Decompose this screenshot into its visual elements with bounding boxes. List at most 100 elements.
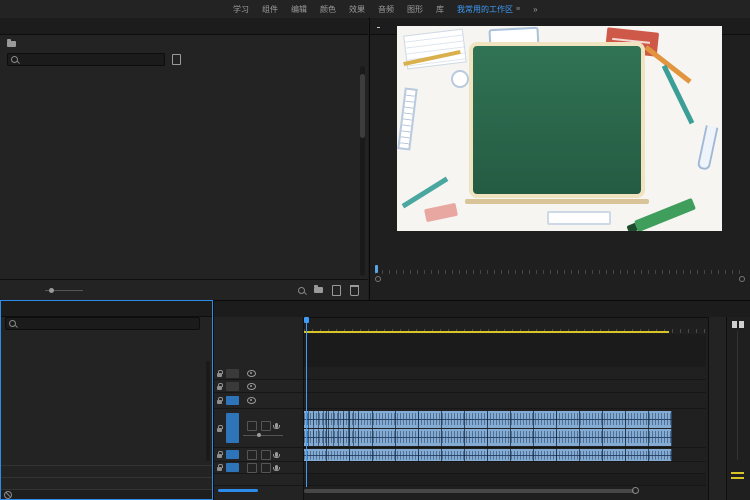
search-icon xyxy=(9,320,16,327)
metadata-search-row xyxy=(1,317,212,330)
doodle-eraser xyxy=(424,203,458,222)
track-content-v3[interactable] xyxy=(304,367,706,380)
track-header-a3[interactable] xyxy=(214,462,303,474)
track-badge[interactable] xyxy=(226,450,239,459)
lock-icon[interactable] xyxy=(217,467,222,471)
premiere-window: 学习 组件 编辑 颜色 效果 音频 图形 库 我常用的工作区≡ » xyxy=(0,0,750,500)
vertical-scrollbar-track[interactable] xyxy=(737,331,738,460)
in-out-view-icon[interactable] xyxy=(172,54,181,65)
metadata-search-input[interactable] xyxy=(5,317,200,330)
program-tab[interactable] xyxy=(377,24,380,28)
audio-clip-waveform[interactable] xyxy=(304,429,672,446)
track-content-a2[interactable] xyxy=(304,448,706,462)
project-panel-tabbar xyxy=(0,18,368,35)
timeline-right-rail xyxy=(726,317,750,500)
zoom-minimap-mark xyxy=(731,472,744,474)
menu-item[interactable]: 颜色 xyxy=(320,4,336,15)
transport-controls xyxy=(370,280,750,298)
audio-clip-waveform[interactable] xyxy=(304,449,672,461)
clip-metadata-section[interactable] xyxy=(1,330,212,341)
find-button[interactable] xyxy=(298,287,305,294)
project-panel xyxy=(0,18,368,300)
track-badge[interactable] xyxy=(226,463,239,472)
track-volume-slider[interactable] xyxy=(243,435,283,436)
project-toolbar xyxy=(0,279,368,300)
doodle-ruler xyxy=(397,87,417,150)
thumbnail-zoom-slider[interactable] xyxy=(45,290,83,291)
lock-icon[interactable] xyxy=(217,454,222,458)
workspace-menu-item[interactable]: 我常用的工作区≡ xyxy=(457,4,520,15)
no-speech-icon xyxy=(4,491,12,499)
lock-icon[interactable] xyxy=(217,386,222,390)
bin-icon xyxy=(7,41,16,47)
metadata-scrollbar[interactable] xyxy=(206,361,210,461)
metadata-footer xyxy=(1,489,212,499)
master-track-header[interactable] xyxy=(214,474,303,486)
video-preview xyxy=(397,26,722,231)
monitor-controls xyxy=(370,250,750,263)
voiceover-record-icon[interactable] xyxy=(275,452,278,457)
tools-panel xyxy=(708,317,727,500)
track-header-a2[interactable] xyxy=(214,448,303,462)
track-header-v1[interactable] xyxy=(214,393,303,409)
track-badge[interactable] xyxy=(226,382,239,391)
track-header-a1[interactable] xyxy=(214,409,303,448)
work-area-bar[interactable] xyxy=(304,331,669,333)
mute-button[interactable] xyxy=(247,463,257,473)
menu-overflow-icon[interactable]: » xyxy=(533,5,537,14)
track-badge[interactable] xyxy=(226,396,239,405)
timeline-horizontal-scrollbar[interactable] xyxy=(304,489,634,493)
voiceover-record-icon[interactable] xyxy=(275,423,278,428)
track-badge[interactable] xyxy=(226,413,239,443)
project-search-input[interactable] xyxy=(7,53,165,66)
toggle-track-output-icon[interactable] xyxy=(247,397,256,404)
monitor-scrubber[interactable] xyxy=(375,265,745,274)
app-header: 学习 组件 编辑 颜色 效果 音频 图形 库 我常用的工作区≡ » xyxy=(0,0,750,19)
solo-button[interactable] xyxy=(261,421,271,431)
menu-item[interactable]: 库 xyxy=(436,4,444,15)
track-header-v3[interactable] xyxy=(214,367,303,380)
mute-button[interactable] xyxy=(247,450,257,460)
mute-button[interactable] xyxy=(247,421,257,431)
voiceover-record-icon[interactable] xyxy=(275,465,278,470)
new-bin-button[interactable] xyxy=(314,287,323,293)
menu-item[interactable]: 图形 xyxy=(407,4,423,15)
track-content-a1[interactable] xyxy=(304,409,706,448)
metadata-tabbar xyxy=(1,301,212,317)
lock-icon[interactable] xyxy=(217,373,222,377)
lock-icon[interactable] xyxy=(217,428,222,432)
menu-item[interactable]: 音频 xyxy=(378,4,394,15)
toggle-track-output-icon[interactable] xyxy=(247,370,256,377)
workspace-menu: 学习 组件 编辑 颜色 效果 音频 图形 库 我常用的工作区≡ » xyxy=(233,0,538,18)
doodle-clock xyxy=(451,70,469,88)
track-badge[interactable] xyxy=(226,369,239,378)
solo-button[interactable] xyxy=(261,450,271,460)
doodle-pencil-case xyxy=(547,211,611,225)
panel-menu-icon[interactable]: ≡ xyxy=(516,6,520,13)
fx-badge-row xyxy=(304,404,672,414)
scrollbar-knob[interactable] xyxy=(632,487,639,494)
project-scrollbar[interactable] xyxy=(360,66,365,276)
timeline-tabbar xyxy=(214,301,750,318)
vertical-scroll-handle[interactable] xyxy=(739,321,744,328)
chalkboard xyxy=(469,42,645,198)
project-item-grid xyxy=(4,66,356,278)
track-headers xyxy=(214,367,303,486)
menu-item[interactable]: 效果 xyxy=(349,4,365,15)
menu-item[interactable]: 组件 xyxy=(262,4,278,15)
menu-item[interactable]: 编辑 xyxy=(291,4,307,15)
track-content-v2[interactable] xyxy=(304,380,706,393)
track-content-a3[interactable] xyxy=(304,462,706,474)
new-item-button[interactable] xyxy=(332,285,341,296)
lock-icon[interactable] xyxy=(217,400,222,404)
monitor-playhead[interactable] xyxy=(375,265,378,273)
vertical-scroll-handle[interactable] xyxy=(732,321,737,328)
doodle-pencil xyxy=(402,177,449,209)
solo-button[interactable] xyxy=(261,463,271,473)
delete-button[interactable] xyxy=(350,285,359,296)
toggle-track-output-icon[interactable] xyxy=(247,383,256,390)
menu-item[interactable]: 学习 xyxy=(233,4,249,15)
timeline-playhead[interactable] xyxy=(306,317,307,487)
track-header-v2[interactable] xyxy=(214,380,303,393)
header-scrollbar[interactable] xyxy=(218,489,258,492)
